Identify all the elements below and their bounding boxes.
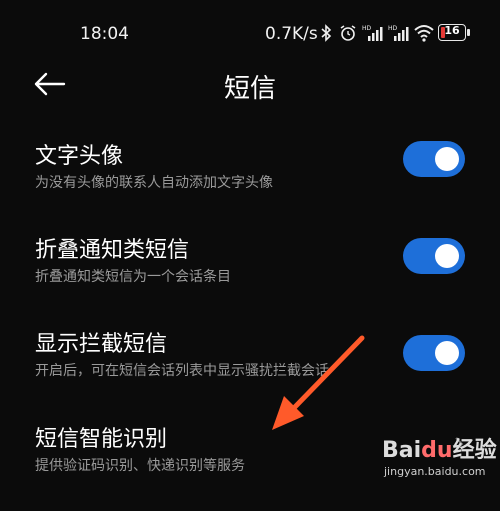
annotation-arrow-icon xyxy=(272,335,365,430)
watermark-url: jingyan.baidu.com xyxy=(384,465,486,478)
watermark-logo: Baidu经验 xyxy=(382,438,497,463)
baidu-watermark: Baidu经验 jingyan.baidu.com xyxy=(382,432,497,484)
